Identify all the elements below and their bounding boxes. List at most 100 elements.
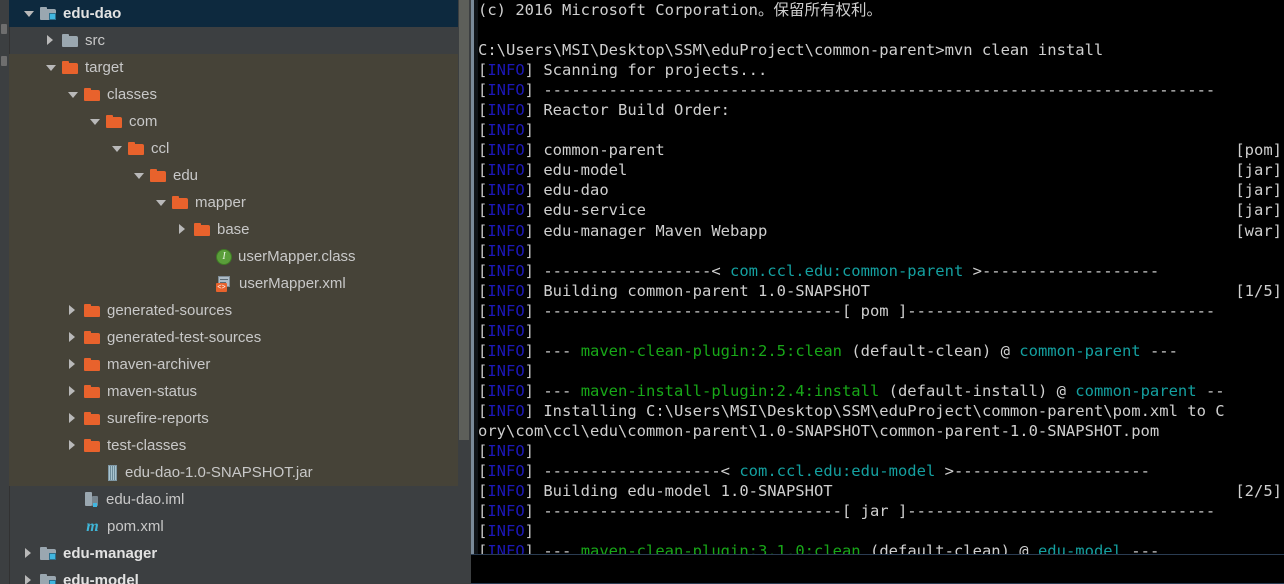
chevron-right-icon[interactable] [23,547,36,560]
terminal-text: (default-clean) @ [841,341,1020,360]
chevron-down-icon[interactable] [133,169,146,182]
log-bracket: ] [524,281,535,300]
terminal-line: [INFO] --------------------------------[… [478,501,1284,521]
folder-orange-icon [106,114,123,129]
interface-icon: I [216,248,232,265]
tree-row[interactable]: com [9,108,458,135]
log-bracket: [ [478,221,488,240]
tree-row[interactable]: m pom.xml [9,513,458,540]
terminal-text: (c) 2016 Microsoft Corporation。保留所有权利。 [478,1,882,19]
log-level-badge: INFO [487,121,525,140]
log-bracket: [ [478,121,488,140]
log-level-badge: INFO [487,482,525,501]
chevron-down-icon[interactable] [155,196,168,209]
terminal-line: [INFO] Scanning for projects... [478,60,1284,80]
tree-row[interactable]: maven-status [9,378,458,405]
terminal-line: [INFO] [478,521,1284,541]
tree-row[interactable]: edu-manager [9,540,458,567]
tree-row[interactable]: surefire-reports [9,405,458,432]
log-level-badge: INFO [487,241,525,260]
chevron-down-icon[interactable] [67,88,80,101]
chevron-right-icon[interactable] [67,358,80,371]
terminal-output[interactable]: (c) 2016 Microsoft Corporation。保留所有权利。 C:… [478,0,1284,584]
project-tree[interactable]: edu-dao src target classes com ccl edu mapper ba… [9,0,458,584]
terminal-right-label: [jar] [1235,201,1282,220]
log-bracket: ] [524,181,535,200]
terminal-line: [INFO] --- maven-install-plugin:2.4:inst… [478,381,1284,401]
terminal-line: [INFO] ------------------< com.ccl.edu:c… [478,261,1284,281]
terminal-right-label: [war] [1235,221,1282,240]
chevron-right-icon[interactable] [67,304,80,317]
folder-orange-icon [150,168,167,183]
tree-row[interactable]: edu-dao-1.0-SNAPSHOT.jar [9,459,458,486]
terminal-text: edu-dao [534,181,609,200]
log-bracket: [ [478,341,488,360]
chevron-right-icon[interactable] [67,331,80,344]
terminal-text: >------------------- [963,261,1160,280]
folder-orange-icon [194,222,211,237]
chevron-down-icon[interactable] [45,61,58,74]
log-bracket: [ [478,161,488,180]
log-level-badge: INFO [487,341,525,360]
tree-row-label: edu-dao.iml [106,491,185,508]
tree-row-label: classes [107,86,158,103]
terminal-text: ory\com\ccl\edu\common-parent\1.0-SNAPSH… [478,421,1160,440]
terminal-line: [INFO] [478,361,1284,381]
log-level-badge: INFO [487,401,525,420]
log-level-badge: INFO [487,161,525,180]
log-bracket: ] [524,401,535,420]
tree-row[interactable]: test-classes [9,432,458,459]
terminal-line: C:\Users\MSI\Desktop\SSM\eduProject\comm… [478,40,1284,60]
chevron-right-icon[interactable] [67,412,80,425]
log-bracket: ] [524,161,535,180]
chevron-right-icon[interactable] [177,223,190,236]
tree-row-label: maven-archiver [107,356,211,373]
log-level-badge: INFO [487,381,525,400]
log-level-badge: INFO [487,321,525,340]
chevron-down-icon[interactable] [23,7,36,20]
log-bracket: ] [524,482,535,501]
chevron-right-icon[interactable] [23,574,36,584]
tree-row[interactable]: mapper [9,189,458,216]
terminal-text: common-parent [534,141,665,160]
tree-row[interactable]: generated-sources [9,297,458,324]
tree-row[interactable]: edu-dao [9,0,458,27]
terminal-right-label: [1/5] [1235,281,1282,300]
log-level-badge: INFO [487,201,525,220]
log-bracket: ] [524,201,535,220]
terminal-text: Scanning for projects... [534,61,768,80]
tree-row[interactable]: target [9,54,458,81]
folder-orange-icon [84,303,101,318]
tree-row[interactable]: edu-model [9,567,458,584]
tree-row[interactable]: generated-test-sources [9,324,458,351]
tree-row[interactable]: IuserMapper.class [9,243,458,270]
log-bracket: ] [524,361,535,380]
chevron-down-icon[interactable] [89,115,102,128]
terminal-text: com.ccl.edu:edu-model [739,462,936,481]
ime-status-bar[interactable]: 中文(简体) - 手心输入法 半 :\Desktop\SSM\eduProjec… [471,554,1284,584]
chevron-right-icon[interactable] [45,34,58,47]
terminal-text: common-parent [1075,381,1197,400]
tree-row[interactable]: edu [9,162,458,189]
module-icon [40,546,57,561]
terminal-line: [INFO] [478,241,1284,261]
tree-row[interactable]: src [9,27,458,54]
chevron-down-icon[interactable] [111,142,124,155]
log-bracket: ] [524,141,535,160]
tree-row[interactable]: base [9,216,458,243]
terminal-text: --- [534,341,581,360]
tree-row-label: userMapper.xml [239,275,346,292]
chevron-right-icon[interactable] [67,439,80,452]
tree-row[interactable]: edu-dao.iml [9,486,458,513]
folder-orange-icon [84,384,101,399]
log-level-badge: INFO [487,361,525,380]
tree-row[interactable]: <> userMapper.xml [9,270,458,297]
tree-row[interactable]: classes [9,81,458,108]
terminal-line: [INFO] --- maven-clean-plugin:2.5:clean … [478,341,1284,361]
tree-row[interactable]: ccl [9,135,458,162]
tree-vertical-scrollbar[interactable] [459,0,469,440]
tree-row-label: edu [173,167,199,184]
tree-row-label: userMapper.class [238,248,356,265]
chevron-right-icon[interactable] [67,385,80,398]
tree-row[interactable]: maven-archiver [9,351,458,378]
